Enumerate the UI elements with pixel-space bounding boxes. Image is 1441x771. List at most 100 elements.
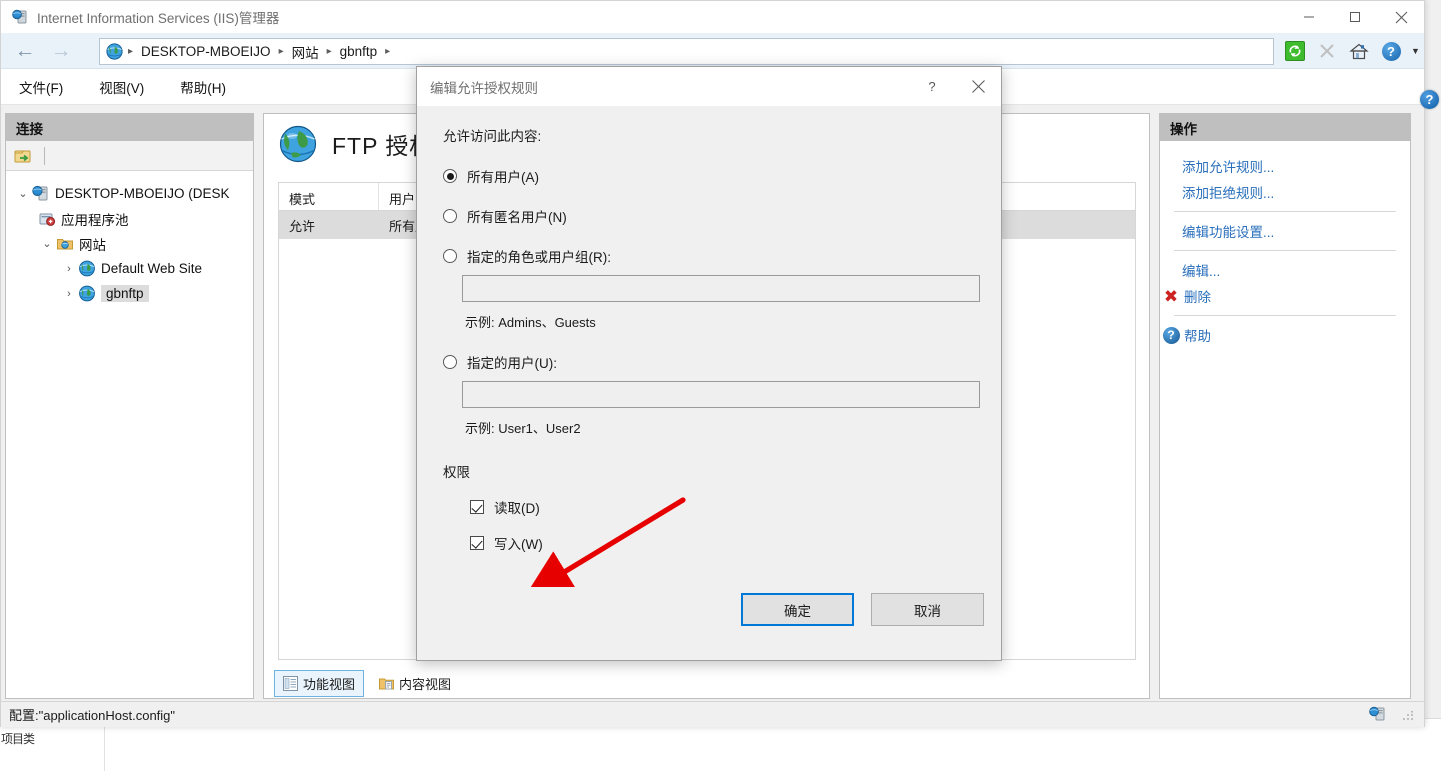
action-add-allow-rule[interactable]: 添加允许规则...: [1160, 153, 1410, 179]
roles-hint: 示例: Admins、Guests: [465, 315, 596, 330]
actions-panel: 操作 添加允许规则... 添加拒绝规则... 编辑功能设置... 编辑... ✖…: [1159, 113, 1411, 699]
explorer-side-text: 项目类: [1, 732, 35, 746]
dialog-close-icon[interactable]: [955, 67, 1001, 107]
dialog-help-icon[interactable]: ?: [909, 67, 955, 107]
server-icon: [32, 185, 50, 202]
tab-features-view[interactable]: 功能视图: [274, 669, 365, 697]
radio-all-anonymous-users[interactable]: 所有匿名用户(N): [443, 201, 975, 231]
radio-button-icon[interactable]: [443, 169, 457, 183]
back-arrow-icon[interactable]: ←: [9, 35, 41, 67]
ftp-authorization-icon: [278, 124, 318, 164]
tab-content-view[interactable]: 内容视图: [370, 670, 460, 697]
dialog-prompt: 允许访问此内容:: [443, 129, 542, 144]
forward-arrow-icon[interactable]: →: [45, 35, 77, 67]
action-edit-feature-settings[interactable]: 编辑功能设置...: [1160, 218, 1410, 244]
minimize-icon[interactable]: [1286, 1, 1332, 33]
grid-header-mode[interactable]: 模式: [279, 183, 379, 210]
checkbox-write[interactable]: 写入(W): [470, 528, 975, 558]
radio-label: 所有用户(A): [467, 170, 539, 185]
view-tabs: 功能视图 内容视图: [266, 669, 460, 697]
tree-node-server[interactable]: ⌄ DESKTOP-MBOEIJO (DESK: [6, 181, 253, 206]
status-text: 配置:"applicationHost.config": [9, 708, 176, 723]
cell-mode: 允许: [289, 218, 316, 234]
checkbox-label: 写入(W): [494, 537, 543, 552]
tree-node-default-web-site[interactable]: › Default Web Site: [6, 256, 253, 281]
breadcrumb-separator: ▸: [326, 46, 332, 57]
globe-icon: [106, 43, 123, 60]
action-edit[interactable]: 编辑...: [1160, 257, 1410, 283]
action-help[interactable]: ? 帮助: [1160, 322, 1410, 348]
action-add-deny-rule[interactable]: 添加拒绝规则...: [1160, 179, 1410, 205]
checkbox-icon[interactable]: [470, 536, 484, 550]
close-icon[interactable]: [1378, 1, 1424, 33]
connections-panel: 连接 ⌄ DESKTOP-MBOEIJO (DESK 应用程序池 ⌄ 网站 › …: [5, 113, 254, 699]
window-controls: [1286, 1, 1424, 33]
help-question-icon: ?: [1162, 326, 1180, 344]
action-label: 添加拒绝规则...: [1182, 186, 1275, 201]
breadcrumb-item-sites[interactable]: 网站: [287, 42, 324, 62]
radio-label: 指定的用户(U):: [467, 356, 557, 371]
connections-tree: ⌄ DESKTOP-MBOEIJO (DESK 应用程序池 ⌄ 网站 › Def…: [6, 171, 253, 306]
navigation-bar: ← → ▸ DESKTOP-MBOEIJO ▸ 网站 ▸ gbnftp ▸ ? …: [1, 33, 1424, 69]
address-breadcrumb-bar[interactable]: ▸ DESKTOP-MBOEIJO ▸ 网站 ▸ gbnftp ▸: [99, 38, 1274, 65]
maximize-icon[interactable]: [1332, 1, 1378, 33]
tree-node-app-pools[interactable]: 应用程序池: [6, 206, 253, 231]
ok-button[interactable]: 确定: [741, 593, 854, 626]
radio-specified-roles[interactable]: 指定的角色或用户组(R):: [443, 241, 975, 271]
expander-icon[interactable]: ›: [60, 288, 78, 300]
sites-folder-icon: [56, 235, 74, 252]
iis-status-icon: [1368, 706, 1388, 724]
checkbox-icon[interactable]: [470, 500, 484, 514]
expander-icon[interactable]: ⌄: [14, 187, 32, 200]
expander-icon[interactable]: ›: [60, 263, 78, 275]
refresh-icon[interactable]: [1281, 37, 1309, 65]
dialog-title: 编辑允许授权规则: [430, 80, 538, 96]
cancel-button[interactable]: 取消: [871, 593, 984, 626]
chevron-down-icon[interactable]: ▼: [1411, 46, 1420, 56]
tree-node-gbnftp[interactable]: › gbnftp: [6, 281, 253, 306]
tree-node-sites[interactable]: ⌄ 网站: [6, 231, 253, 256]
breadcrumb-item-server[interactable]: DESKTOP-MBOEIJO: [136, 44, 276, 59]
action-delete[interactable]: ✖ 删除: [1160, 283, 1410, 309]
actions-divider: [1174, 250, 1396, 251]
connect-server-icon[interactable]: [14, 148, 32, 164]
edit-allow-authorization-rule-dialog: 编辑允许授权规则 ? 允许访问此内容: 所有用户(A) 所有匿名用户(N) 指定…: [416, 66, 1002, 661]
radio-specified-users[interactable]: 指定的用户(U):: [443, 347, 975, 377]
radio-button-icon[interactable]: [443, 355, 457, 369]
content-view-icon: [379, 676, 395, 691]
users-input[interactable]: [462, 381, 980, 408]
features-view-icon: [283, 675, 298, 691]
menu-item-file[interactable]: 文件(F): [19, 77, 63, 97]
checkbox-label: 读取(D): [494, 501, 540, 516]
tab-content-view-label: 内容视图: [399, 676, 452, 692]
menu-item-view[interactable]: 视图(V): [99, 77, 144, 97]
radio-button-icon[interactable]: [443, 249, 457, 263]
title-bar: Internet Information Services (IIS)管理器: [1, 1, 1424, 33]
home-icon[interactable]: [1345, 37, 1373, 65]
resize-grip[interactable]: [1400, 710, 1414, 723]
globe-icon: [78, 285, 96, 302]
help-icon[interactable]: ?: [1377, 37, 1405, 65]
tree-label-sites: 网站: [79, 237, 106, 253]
actions-divider: [1174, 211, 1396, 212]
expander-icon[interactable]: ⌄: [38, 237, 56, 250]
roles-input[interactable]: [462, 275, 980, 302]
app-pool-icon: [38, 210, 56, 227]
breadcrumb-item-gbnftp[interactable]: gbnftp: [335, 44, 383, 59]
connections-header: 连接: [6, 114, 253, 141]
help-badge-icon[interactable]: ?: [1420, 90, 1439, 109]
breadcrumb-separator: ▸: [278, 46, 284, 57]
radio-button-icon[interactable]: [443, 209, 457, 223]
action-label: 帮助: [1184, 329, 1211, 344]
dialog-buttons: 确定 取消: [417, 593, 1003, 626]
permissions-header: 权限: [443, 465, 470, 480]
action-label: 编辑功能设置...: [1182, 225, 1275, 240]
checkbox-read[interactable]: 读取(D): [470, 492, 975, 522]
connections-toolbar: [6, 141, 253, 171]
actions-header: 操作: [1160, 114, 1410, 141]
dialog-controls: ?: [909, 67, 1001, 107]
menu-item-help[interactable]: 帮助(H): [180, 77, 226, 97]
radio-all-users[interactable]: 所有用户(A): [443, 161, 975, 191]
iis-server-icon: [12, 9, 29, 25]
radio-label: 所有匿名用户(N): [467, 210, 567, 225]
